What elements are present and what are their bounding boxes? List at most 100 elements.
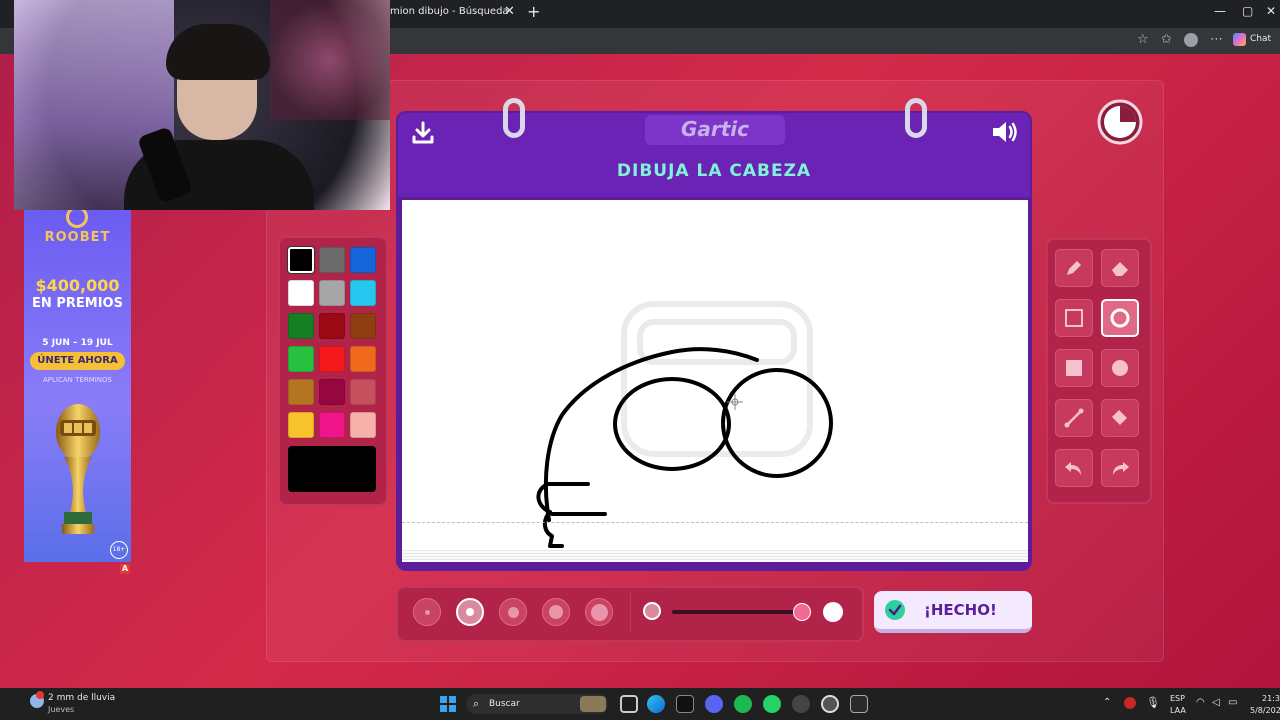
color-swatch[interactable] — [350, 379, 376, 405]
color-swatch[interactable] — [350, 247, 376, 273]
more-menu-icon[interactable]: ⋯ — [1210, 32, 1223, 47]
timer-icon — [1097, 99, 1143, 145]
circle-outline-tool[interactable] — [1101, 299, 1139, 337]
line-icon — [1064, 408, 1084, 428]
chevron-up-icon[interactable]: ⌃ — [1103, 697, 1111, 708]
window-close-icon[interactable]: ✕ — [1266, 4, 1276, 18]
microphone-icon[interactable]: 🎙 — [1146, 696, 1160, 709]
color-swatch[interactable] — [288, 412, 314, 438]
search-icon: ⌕ — [473, 697, 480, 710]
check-badge-icon — [885, 600, 905, 620]
wifi-icon[interactable]: ◠ — [1196, 697, 1205, 708]
brush-size-dot — [590, 603, 608, 621]
clock-time[interactable]: 21:35 — [1262, 694, 1280, 703]
ad-cta-button[interactable]: ÚNETE AHORA — [30, 352, 125, 370]
steam-icon[interactable] — [821, 695, 839, 713]
fill-bucket-tool[interactable] — [1101, 399, 1139, 437]
search-highlight-icon[interactable] — [580, 696, 606, 712]
brush-size-dot — [507, 606, 519, 618]
brush-size-dot — [466, 608, 474, 616]
color-swatch[interactable] — [288, 247, 314, 273]
done-button[interactable]: ¡HECHO! — [874, 591, 1032, 633]
current-color-preview — [288, 446, 376, 492]
undo-icon — [1065, 462, 1081, 475]
color-swatch[interactable] — [350, 313, 376, 339]
windows-start-icon[interactable] — [440, 696, 456, 712]
drawing-canvas[interactable] — [402, 200, 1028, 562]
clock-date[interactable]: 5/8/2025 — [1250, 706, 1280, 715]
maximize-icon[interactable]: ▢ — [1242, 4, 1253, 18]
weather-text[interactable]: 2 mm de lluvia — [48, 693, 115, 703]
color-swatch[interactable] — [288, 313, 314, 339]
download-icon[interactable] — [410, 120, 436, 146]
tray-app-icon[interactable] — [1124, 697, 1136, 709]
color-swatch[interactable] — [350, 346, 376, 372]
whatsapp-icon[interactable] — [763, 695, 781, 713]
color-swatch[interactable] — [350, 280, 376, 306]
color-swatch[interactable] — [350, 412, 376, 438]
obs-icon[interactable] — [850, 695, 868, 713]
chat-button[interactable]: Chat — [1250, 34, 1271, 44]
maps-icon[interactable] — [792, 695, 810, 713]
binder-ring-right — [905, 98, 927, 138]
epic-games-icon[interactable] — [676, 695, 694, 713]
color-swatch[interactable] — [288, 379, 314, 405]
canvas-baseline — [402, 522, 1028, 523]
ad-terms: APLICAN TÉRMINOS — [43, 376, 112, 384]
circle-outline-icon — [1110, 308, 1130, 328]
bookmark-star-icon[interactable]: ☆ — [1137, 32, 1149, 47]
copilot-icon[interactable] — [1233, 33, 1246, 46]
opacity-slider-thumb[interactable] — [792, 603, 811, 621]
edge-browser-icon[interactable] — [647, 695, 665, 713]
spotify-icon[interactable] — [734, 695, 752, 713]
weather-day: Jueves — [48, 705, 75, 714]
undo-tool[interactable] — [1055, 449, 1093, 487]
search-placeholder: Buscar — [489, 699, 520, 709]
minimize-icon[interactable]: — — [1214, 4, 1226, 18]
webcam-overlay — [14, 0, 390, 210]
color-swatch[interactable] — [288, 280, 314, 306]
color-swatch[interactable] — [319, 280, 345, 306]
trophy-icon — [56, 404, 100, 534]
redo-icon — [1113, 462, 1129, 475]
favorites-icon[interactable]: ✩ — [1161, 32, 1172, 47]
profile-avatar-icon[interactable] — [1184, 33, 1198, 47]
opacity-max-icon — [823, 602, 843, 622]
weather-alert-badge — [36, 691, 44, 699]
opacity-slider[interactable] — [672, 610, 802, 614]
brush-size-button[interactable] — [413, 598, 441, 626]
pencil-tool[interactable] — [1055, 249, 1093, 287]
new-tab-button[interactable]: + — [527, 2, 540, 21]
color-swatch[interactable] — [319, 379, 345, 405]
circle-fill-tool[interactable] — [1101, 349, 1139, 387]
brush-size-button[interactable] — [456, 598, 484, 626]
color-swatch[interactable] — [288, 346, 314, 372]
fill-bucket-icon — [1112, 410, 1127, 425]
close-tab-icon[interactable]: ✕ — [504, 4, 515, 19]
brush-size-button[interactable] — [499, 598, 527, 626]
browser-tab-title[interactable]: mion dibujo - Búsqueda — [390, 6, 509, 17]
volume-icon[interactable] — [990, 118, 1020, 146]
task-view-icon[interactable] — [620, 695, 638, 713]
color-swatch[interactable] — [319, 313, 345, 339]
adchoices-icon[interactable]: A — [120, 564, 130, 574]
redo-tool[interactable] — [1101, 449, 1139, 487]
eraser-tool[interactable] — [1101, 249, 1139, 287]
color-swatch[interactable] — [319, 412, 345, 438]
speaker-icon[interactable]: ◁ — [1212, 697, 1220, 708]
rect-fill-tool[interactable] — [1055, 349, 1093, 387]
opacity-min-icon — [643, 602, 661, 620]
roobet-ad-banner[interactable]: ROOBET $400,000 EN PREMIOS 5 JUN – 19 JU… — [24, 210, 131, 562]
circle-fill-icon — [1112, 360, 1128, 376]
notebook-pages-edge — [402, 550, 1028, 562]
battery-icon[interactable]: ▭ — [1228, 697, 1237, 708]
color-swatch[interactable] — [319, 247, 345, 273]
brush-size-button[interactable] — [585, 598, 613, 626]
language-primary[interactable]: ESP — [1170, 694, 1185, 703]
color-swatch[interactable] — [319, 346, 345, 372]
brush-size-button[interactable] — [542, 598, 570, 626]
rect-outline-tool[interactable] — [1055, 299, 1093, 337]
discord-icon[interactable] — [705, 695, 723, 713]
line-tool[interactable] — [1055, 399, 1093, 437]
eraser-icon — [1112, 262, 1128, 276]
